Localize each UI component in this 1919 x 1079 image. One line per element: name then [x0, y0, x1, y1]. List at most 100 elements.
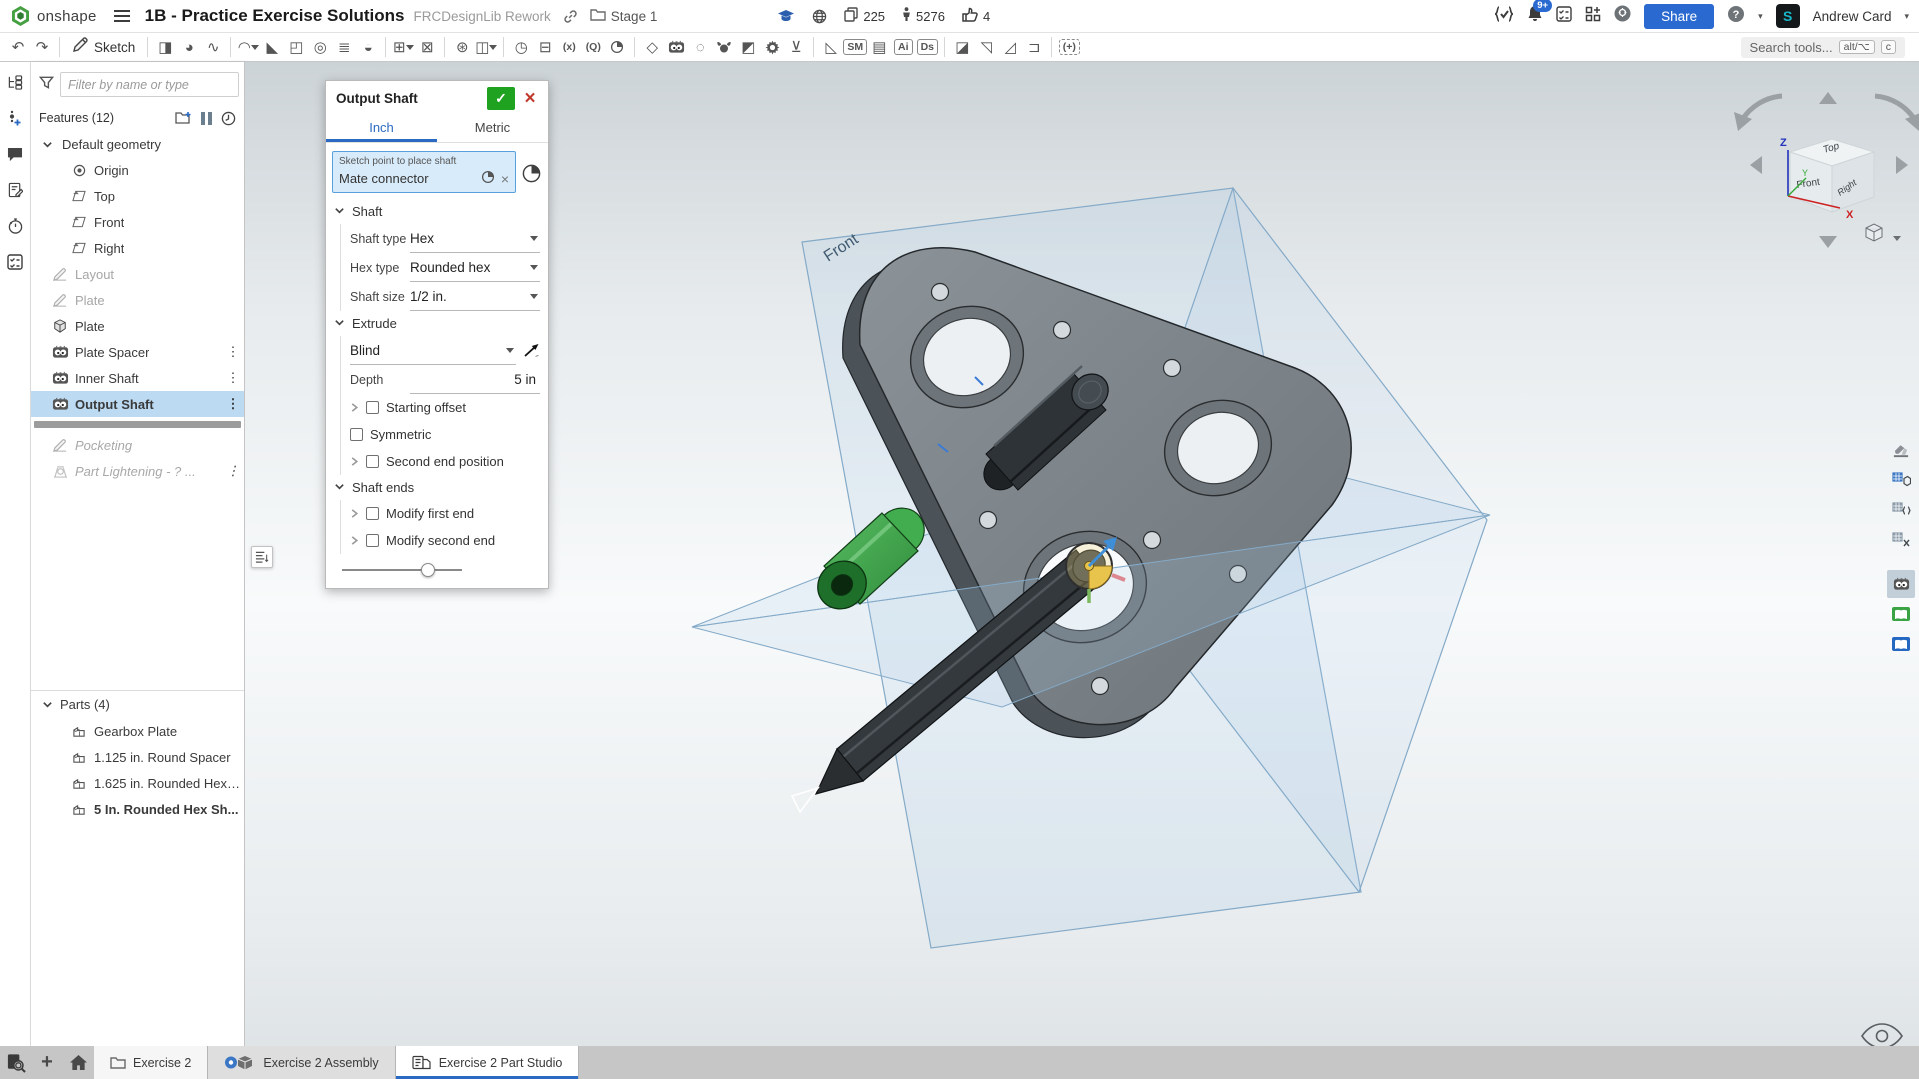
tab-exercise-2[interactable]: Exercise 2	[94, 1046, 208, 1079]
right-appearance-icon[interactable]	[1887, 436, 1915, 464]
toolbar-redo-icon[interactable]: ↷	[30, 35, 54, 59]
feature-front[interactable]: Front	[31, 209, 244, 235]
clear-selection-icon[interactable]: ×	[501, 171, 509, 187]
home-icon[interactable]	[62, 1046, 94, 1079]
checkbox-modify-first-end[interactable]: Modify first end	[350, 500, 540, 527]
tab-metric[interactable]: Metric	[437, 115, 548, 142]
toolbar-sweep-icon[interactable]: ∿	[201, 35, 225, 59]
copy-link-icon[interactable]	[563, 9, 578, 24]
share-button[interactable]: Share	[1644, 4, 1714, 29]
education-badge-icon[interactable]	[777, 9, 795, 23]
checkbox-second-end-position[interactable]: Second end position	[350, 448, 540, 475]
toolbar-modify-fillet-icon[interactable]: ◷	[509, 35, 533, 59]
toolbar-custom-feature-2-icon[interactable]	[712, 35, 736, 59]
feature-top[interactable]: Top	[31, 183, 244, 209]
depth-input[interactable]: 5 in	[410, 365, 540, 394]
part-5-in-rounded-hex-sh[interactable]: 5 In. Rounded Hex Sh...	[31, 796, 244, 822]
toolbar-insert-feature-icon[interactable]: (+)	[1057, 35, 1081, 59]
toolbar-gear-icon[interactable]	[760, 35, 784, 59]
feature-menu-dots[interactable]: ⋮	[226, 396, 240, 412]
copies-stat[interactable]: 225	[844, 7, 885, 25]
collapse-tree-button[interactable]	[251, 546, 273, 568]
parts-header[interactable]: Parts (4)	[31, 691, 244, 718]
toolbar-undo-icon[interactable]: ↶	[6, 35, 30, 59]
filter-input[interactable]	[60, 72, 239, 97]
toolbar-lasso-select-icon[interactable]: ◌	[688, 35, 712, 59]
view-left-arrow[interactable]	[1750, 156, 1762, 174]
rollback-bar[interactable]	[34, 421, 241, 428]
dropdown[interactable]: Hex	[410, 224, 540, 253]
feature-origin[interactable]: Origin	[31, 157, 244, 183]
strip-notes-icon[interactable]	[5, 180, 25, 200]
right-variables-icon[interactable]	[1887, 526, 1915, 554]
learning-center-icon[interactable]	[1614, 5, 1631, 27]
toolbar-split-icon[interactable]: ◫	[474, 35, 498, 59]
toolbar-delete-face-icon[interactable]: ⊟	[533, 35, 557, 59]
toolbar-revolve-icon[interactable]: ◕	[177, 35, 201, 59]
strip-comments-icon[interactable]	[5, 144, 25, 164]
view-down-arrow[interactable]	[1819, 236, 1837, 248]
toolbar-rib-icon[interactable]: ◒	[356, 35, 380, 59]
toolbar-funnel-tool-icon[interactable]: ⊻	[784, 35, 808, 59]
toolbar-variable-icon[interactable]: (x)	[557, 35, 581, 59]
part-gearbox-plate[interactable]: Gearbox Plate	[31, 718, 244, 744]
feature-layout[interactable]: Layout	[31, 261, 244, 287]
dropdown[interactable]: Rounded hex	[410, 253, 540, 282]
toolbar-drawing-studio-icon[interactable]: Ds	[915, 35, 939, 59]
right-standard-content-icon[interactable]	[1887, 600, 1915, 628]
toolbar-fillet-icon[interactable]: ◠	[236, 35, 260, 59]
toolbar-custom-feature-1-icon[interactable]	[664, 35, 688, 59]
flip-direction-icon[interactable]	[523, 343, 540, 358]
view-cube[interactable]: Top Front Right Z X Y	[1734, 92, 1919, 248]
tab-exercise-2-part-studio[interactable]: Exercise 2 Part Studio	[396, 1046, 580, 1079]
checkbox-symmetric[interactable]: Symmetric	[350, 421, 540, 448]
toolbar-ai-studio-icon[interactable]: Ai	[891, 35, 915, 59]
toolbar-extrude-icon[interactable]: ◨	[153, 35, 177, 59]
toolbar-fold-icon[interactable]: ◪	[950, 35, 974, 59]
strip-history-icon[interactable]	[5, 216, 25, 236]
toolbar-boolean-icon[interactable]: ⊛	[450, 35, 474, 59]
breadcrumb-folder[interactable]: Stage 1	[590, 8, 658, 24]
toolbar-chamfer-icon[interactable]: ◣	[260, 35, 284, 59]
right-bom-table-icon[interactable]	[1887, 466, 1915, 494]
toolbar-hole-icon[interactable]: ◎	[308, 35, 332, 59]
search-tools-input[interactable]: Search tools... alt/⌥ c	[1741, 37, 1905, 58]
toolbar-color-cube-icon[interactable]: ◩	[736, 35, 760, 59]
view-right-arrow[interactable]	[1896, 156, 1908, 174]
end-type-dropdown[interactable]: Blind	[350, 336, 516, 365]
toolbar-bend-icon[interactable]: ◿	[998, 35, 1022, 59]
slider-knob[interactable]	[421, 563, 435, 577]
feature-default-geometry[interactable]: Default geometry	[31, 131, 244, 157]
feature-plate-sketch[interactable]: Plate	[31, 287, 244, 313]
strip-bom-icon[interactable]	[5, 252, 25, 272]
sketch-button[interactable]: Sketch	[65, 34, 142, 60]
eye-icon[interactable]	[1862, 1024, 1902, 1046]
feature-plate-spacer[interactable]: Plate Spacer ⋮	[31, 339, 244, 365]
tab-exercise-2-assembly[interactable]: Exercise 2 Assembly	[208, 1046, 395, 1079]
part-1-625-in-rounded-hex[interactable]: 1.625 in. Rounded Hex ...	[31, 770, 244, 796]
toolbar-sheet-flange-icon[interactable]: ▤	[867, 35, 891, 59]
view-up-arrow[interactable]	[1819, 92, 1837, 104]
toolbar-mirror-icon[interactable]: ⊠	[415, 35, 439, 59]
onshape-logo[interactable]: onshape	[10, 5, 97, 27]
main-menu-icon[interactable]	[113, 9, 131, 23]
rotate-cw-arrow[interactable]	[1875, 96, 1915, 120]
feature-menu-dots[interactable]: ⋮	[226, 344, 240, 360]
right-configurations-icon[interactable]	[1887, 496, 1915, 524]
suppress-pause-icon[interactable]	[201, 112, 212, 125]
avatar[interactable]: S	[1776, 4, 1800, 28]
feature-part-lightening[interactable]: Part Lightening - ? ... ⋮	[31, 458, 244, 484]
likes-stat[interactable]: 4	[962, 7, 990, 25]
public-globe-icon[interactable]	[812, 9, 827, 24]
tasks-icon[interactable]	[1556, 6, 1572, 27]
dropdown[interactable]: 1/2 in.	[410, 282, 540, 311]
featurescript-check-icon[interactable]	[1494, 6, 1514, 27]
tab-inch[interactable]: Inch	[326, 115, 437, 142]
toolbar-primitive-icon[interactable]: ◇	[640, 35, 664, 59]
checkbox-box[interactable]	[366, 534, 379, 547]
feature-plate-extrude[interactable]: Plate	[31, 313, 244, 339]
toolbar-thicken-icon[interactable]: ⊐	[1022, 35, 1046, 59]
right-custom-features-icon[interactable]	[1887, 570, 1915, 598]
checkbox-box[interactable]	[366, 455, 379, 468]
checkbox-modify-second-end[interactable]: Modify second end	[350, 527, 540, 554]
